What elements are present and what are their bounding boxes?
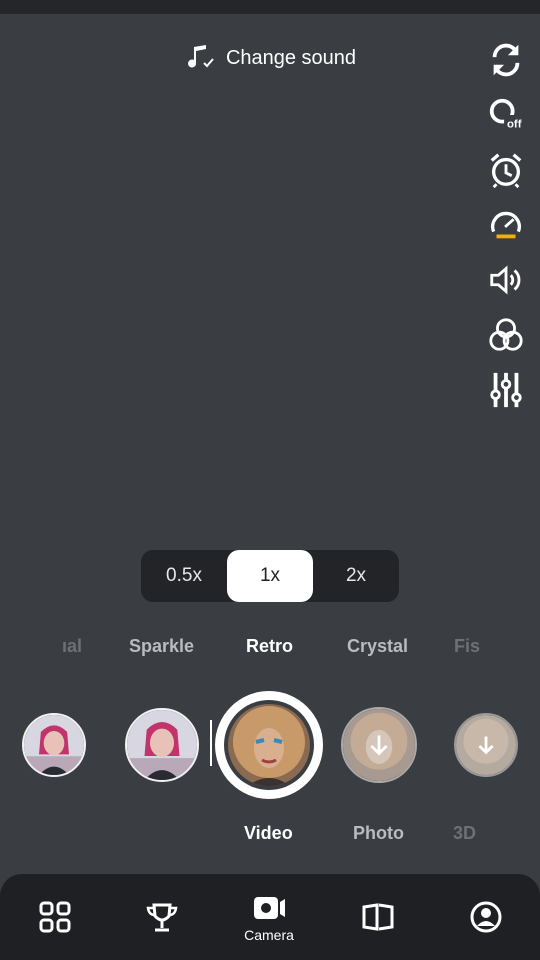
portrait-image bbox=[24, 715, 84, 775]
timer-icon bbox=[490, 153, 522, 189]
selected-filter-preview bbox=[228, 704, 310, 786]
filter-name[interactable]: Crystal bbox=[347, 636, 408, 657]
cards-icon bbox=[362, 903, 394, 931]
adjust-sliders-icon bbox=[490, 372, 522, 408]
volume-button[interactable] bbox=[486, 260, 526, 300]
zoom-option-2x[interactable]: 2x bbox=[313, 550, 399, 602]
filter-name[interactable]: Fis bbox=[454, 636, 480, 657]
music-note-check-icon bbox=[187, 45, 214, 68]
filter-thumbnail-download[interactable] bbox=[341, 707, 417, 783]
color-filter-button[interactable] bbox=[486, 315, 526, 355]
camera-icon bbox=[254, 897, 285, 919]
profile-icon bbox=[470, 901, 502, 933]
zoom-option-0-5x[interactable]: 0.5x bbox=[141, 550, 227, 602]
nav-camera[interactable]: Camera bbox=[229, 874, 309, 960]
speed-button[interactable] bbox=[486, 205, 526, 245]
flip-camera-button[interactable] bbox=[486, 40, 526, 80]
right-toolbar: off bbox=[486, 40, 526, 425]
volume-icon bbox=[490, 265, 521, 295]
record-button[interactable] bbox=[215, 691, 323, 799]
mode-photo[interactable]: Photo bbox=[353, 823, 404, 844]
zoom-off-text: off bbox=[507, 118, 522, 130]
status-bar bbox=[0, 0, 540, 14]
apps-icon bbox=[39, 901, 71, 933]
filter-name[interactable]: ıal bbox=[62, 636, 82, 657]
nav-apps[interactable] bbox=[15, 874, 95, 960]
zoom-off-button[interactable]: off bbox=[486, 95, 526, 135]
adjust-sliders-button[interactable] bbox=[486, 370, 526, 410]
trophy-icon bbox=[146, 903, 178, 932]
change-sound-button[interactable]: Change sound bbox=[0, 42, 540, 74]
nav-cards[interactable] bbox=[338, 874, 418, 960]
filter-name[interactable]: Sparkle bbox=[129, 636, 194, 657]
filter-thumbnail-download[interactable] bbox=[454, 713, 518, 777]
nav-profile[interactable] bbox=[446, 874, 526, 960]
mode-3d[interactable]: 3D bbox=[453, 823, 476, 844]
nav-camera-label: Camera bbox=[244, 927, 294, 943]
bottom-nav: Camera bbox=[0, 874, 540, 960]
filter-thumbnail[interactable] bbox=[22, 713, 86, 777]
flip-camera-icon bbox=[492, 43, 520, 77]
mode-video[interactable]: Video bbox=[244, 823, 293, 844]
capture-mode-row: Video Photo 3D bbox=[0, 823, 540, 845]
speed-icon bbox=[491, 211, 521, 239]
timer-button[interactable] bbox=[486, 150, 526, 190]
color-filter-icon bbox=[489, 318, 523, 351]
filter-name-selected[interactable]: Retro bbox=[246, 636, 293, 657]
selection-divider bbox=[210, 720, 212, 766]
filter-names-row: ıal Sparkle Retro Crystal Fis bbox=[0, 636, 540, 658]
zoom-off-icon: off bbox=[489, 98, 525, 133]
zoom-selector: 0.5x 1x 2x bbox=[141, 550, 399, 602]
zoom-option-1x[interactable]: 1x bbox=[227, 550, 313, 602]
change-sound-label: Change sound bbox=[225, 46, 357, 69]
portrait-image bbox=[127, 710, 197, 780]
filter-thumbnail[interactable] bbox=[125, 708, 199, 782]
nav-trophy[interactable] bbox=[122, 874, 202, 960]
